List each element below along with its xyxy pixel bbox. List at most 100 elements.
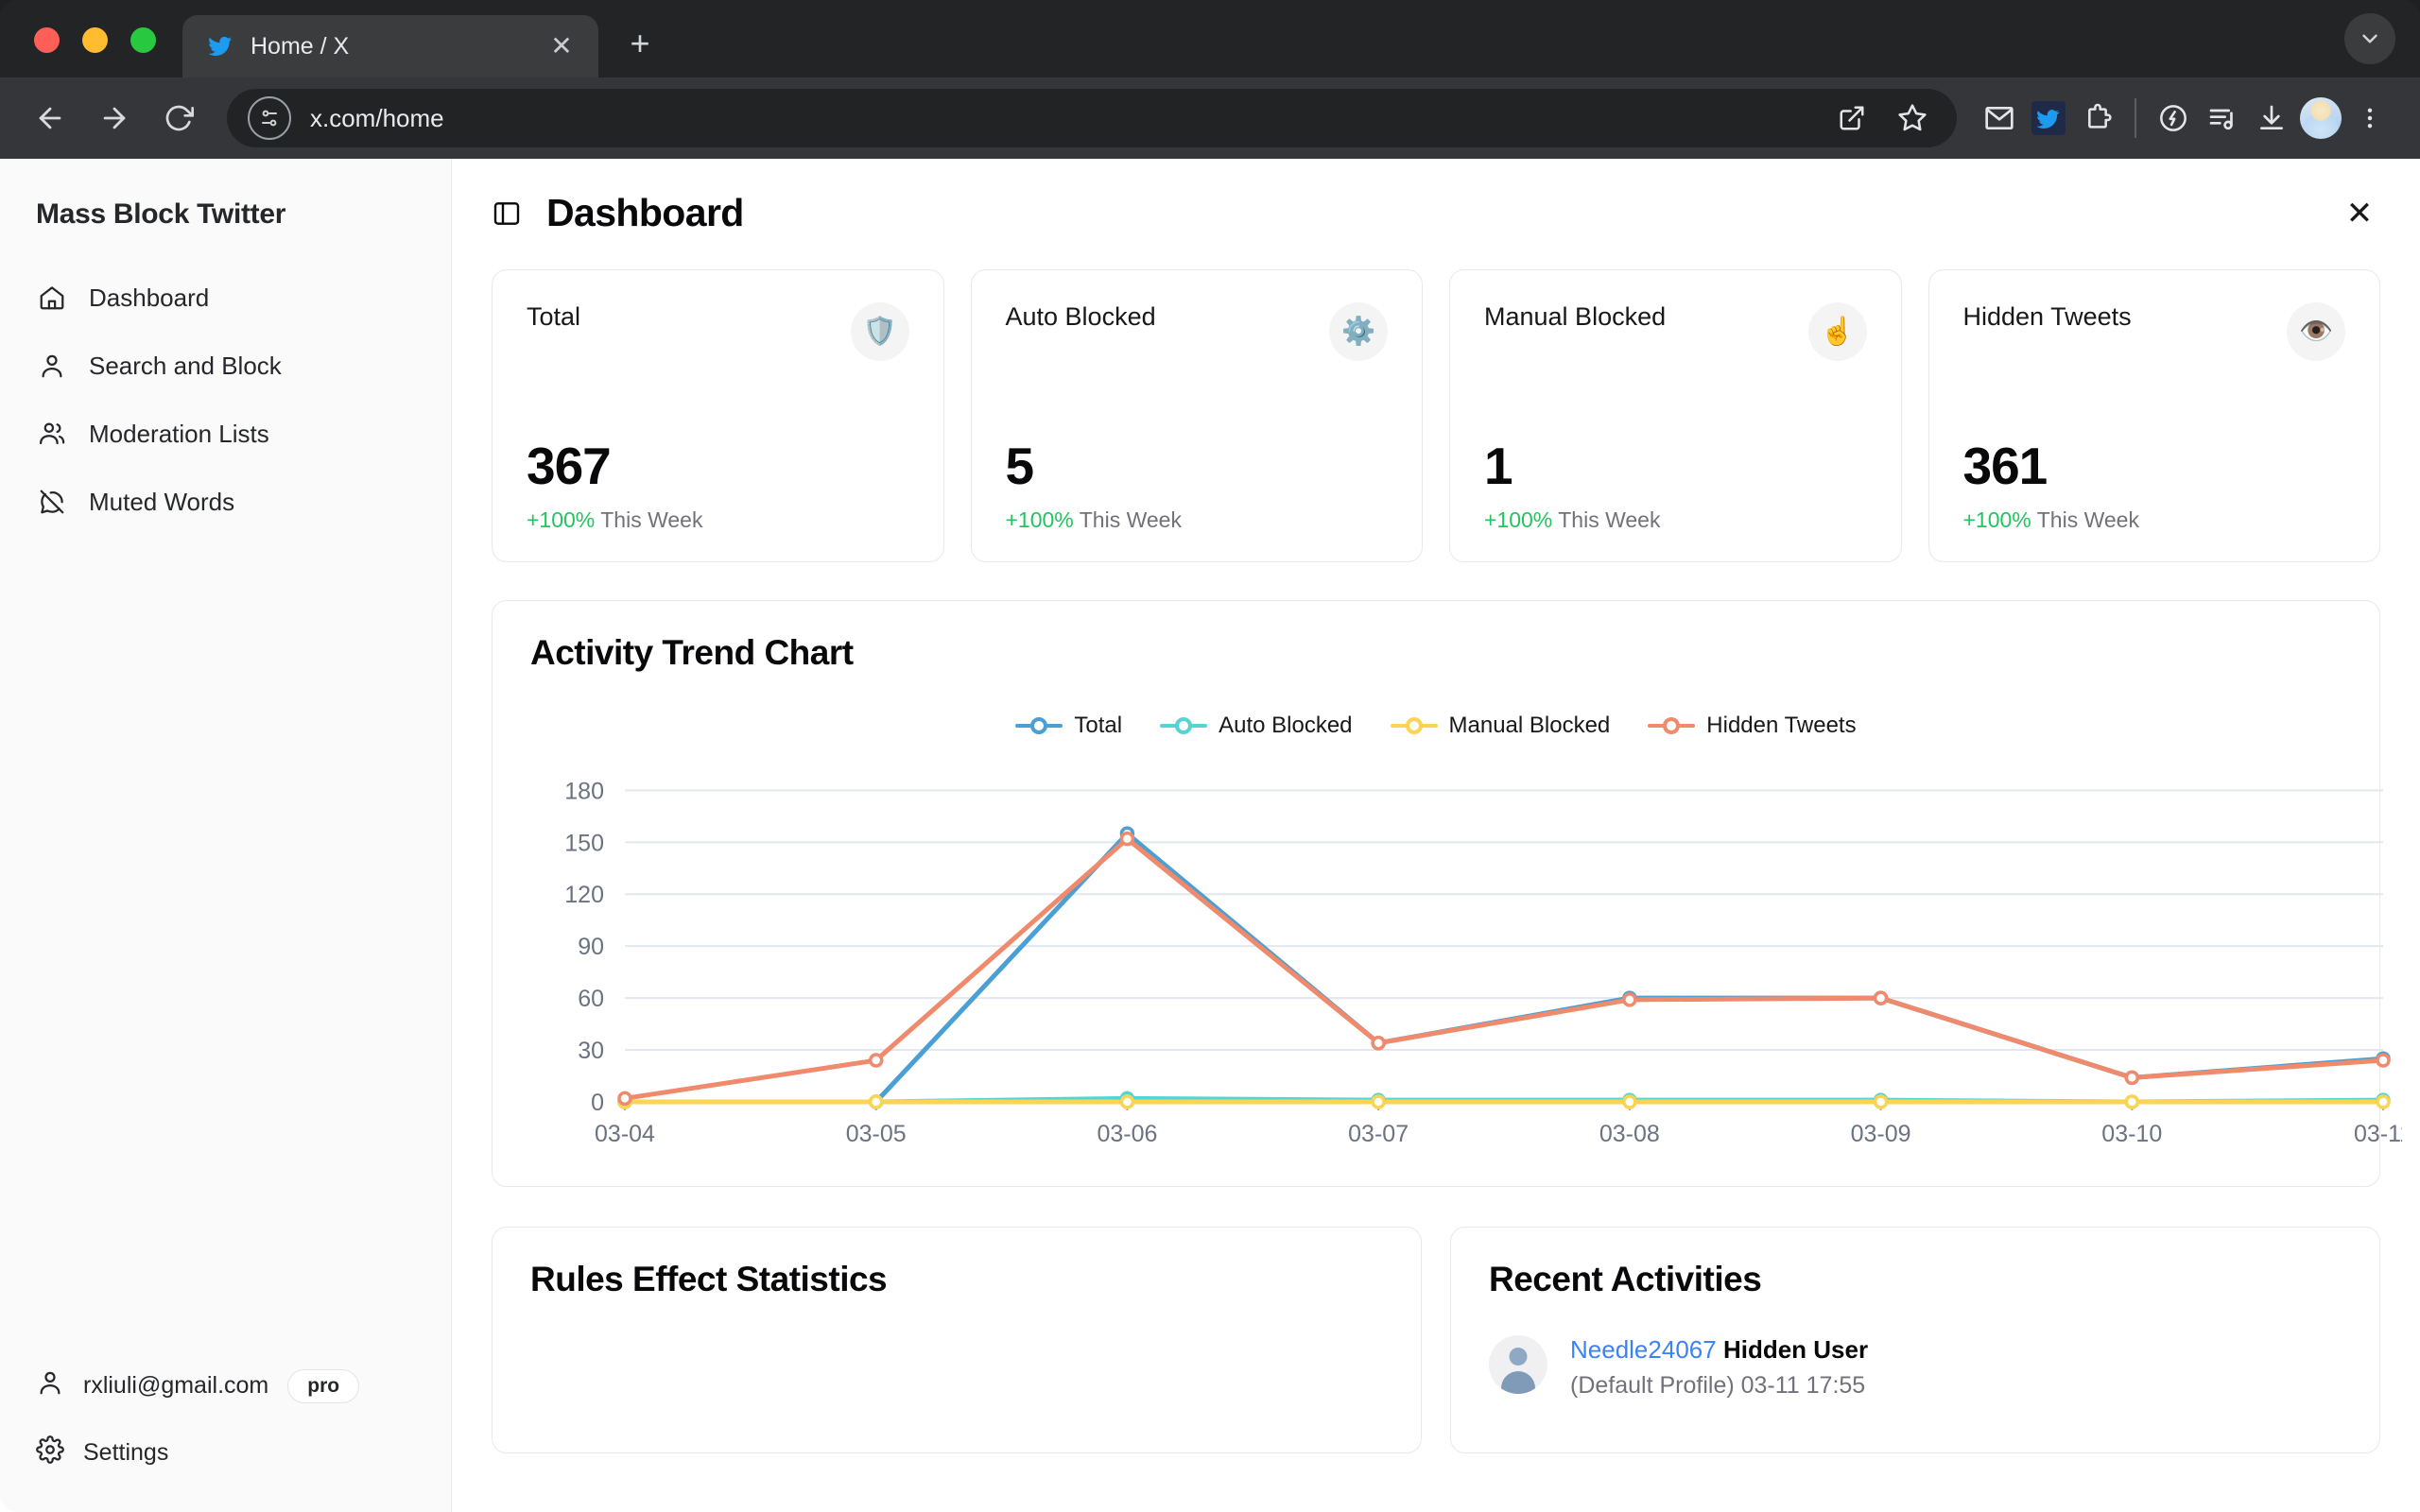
- legend-label: Hidden Tweets: [1706, 713, 1857, 738]
- chart-point[interactable]: [868, 1053, 884, 1068]
- page-content: Mass Block Twitter Dashboard Search and …: [0, 159, 2420, 1512]
- profile-avatar-icon[interactable]: [2299, 96, 2342, 140]
- bookmark-star-icon[interactable]: [1891, 96, 1934, 140]
- stat-change: +100% This Week: [1006, 507, 1389, 533]
- window-traffic-lights: [0, 27, 182, 77]
- sidebar-item-label: Muted Words: [89, 487, 235, 516]
- flash-icon[interactable]: [2152, 96, 2195, 140]
- sidebar-account[interactable]: rxliuli@gmail.com pro: [19, 1359, 432, 1413]
- stat-change-period: This Week: [1558, 507, 1661, 532]
- activity-trend-chart-card: Activity Trend Chart Total Auto Blocked Ma…: [492, 600, 2412, 1187]
- chart-legend: Total Auto Blocked Manual Blocked Hidden Tw…: [530, 713, 2342, 739]
- sidebar-footer: rxliuli@gmail.com pro Settings: [0, 1359, 451, 1512]
- chart-point[interactable]: [868, 1094, 884, 1109]
- back-button[interactable]: [21, 89, 79, 147]
- sidebar-item-muted-words[interactable]: Muted Words: [19, 472, 432, 531]
- panel-left-icon[interactable]: [492, 197, 526, 231]
- chevron-down-icon[interactable]: [2344, 13, 2395, 64]
- chart-point[interactable]: [617, 1091, 632, 1107]
- x-axis-tick-label: 03-07: [1348, 1121, 1409, 1147]
- stat-label: Total: [527, 302, 581, 331]
- stat-change-period: This Week: [600, 507, 703, 532]
- chart-line-total: [622, 831, 2386, 1105]
- sidebar-item-settings[interactable]: Settings: [19, 1426, 432, 1480]
- stat-value: 5: [1005, 437, 1035, 495]
- sidebar-item-moderation-lists[interactable]: Moderation Lists: [19, 404, 432, 463]
- download-icon[interactable]: [2250, 96, 2293, 140]
- x-axis-tick-label: 03-04: [595, 1121, 655, 1147]
- chart-line-hidden-tweets: [622, 836, 2386, 1101]
- chart-point[interactable]: [1873, 990, 1889, 1005]
- card-title: Recent Activities: [1489, 1260, 1762, 1298]
- legend-marker-icon: [1015, 715, 1063, 736]
- stat-card-auto-blocked: Auto Blocked ⚙️ 5 +100% This Week: [970, 269, 1423, 562]
- stat-value: 1: [1484, 437, 1513, 495]
- activity-handle[interactable]: Needle24067: [1570, 1335, 1717, 1364]
- omnibox-actions: [1830, 96, 1942, 140]
- x-axis-tick-label: 03-10: [2101, 1121, 2162, 1147]
- legend-item-total[interactable]: Total: [1015, 713, 1122, 739]
- legend-item-hidden-tweets[interactable]: Hidden Tweets: [1648, 713, 1857, 739]
- open-in-new-icon[interactable]: [1830, 96, 1874, 140]
- y-axis-tick-label: 180: [564, 778, 604, 804]
- chart-point[interactable]: [2376, 1094, 2391, 1109]
- stat-card-header: Total 🛡️: [527, 302, 909, 361]
- stat-change-period: This Week: [1079, 507, 1182, 532]
- dashboard-body: Total 🛡️ 367 +100% This Week Auto Blocke…: [452, 269, 2420, 1453]
- chart-point[interactable]: [1622, 1094, 1637, 1109]
- tab-close-icon[interactable]: ✕: [545, 30, 578, 62]
- app-sidebar: Mass Block Twitter Dashboard Search and …: [0, 159, 452, 1512]
- chart-point[interactable]: [1119, 1094, 1135, 1109]
- sidebar-item-dashboard[interactable]: Dashboard: [19, 268, 432, 327]
- site-settings-icon[interactable]: [248, 96, 291, 140]
- chart-point[interactable]: [1371, 1035, 1386, 1051]
- stat-card-header: Hidden Tweets 👁️: [1963, 302, 2345, 361]
- y-axis-tick-label: 120: [564, 882, 604, 908]
- extensions-puzzle-icon[interactable]: [2076, 96, 2119, 140]
- recent-activities-card: Recent Activities Needle24067 Hidden Use…: [1450, 1227, 2380, 1453]
- toolbar-divider: [2135, 98, 2136, 138]
- browser-toolbar: x.com/home: [0, 77, 2420, 159]
- stat-label: Auto Blocked: [1005, 302, 1156, 331]
- legend-marker-icon: [1160, 715, 1208, 736]
- chart-point[interactable]: [2124, 1070, 2140, 1086]
- main-content: Dashboard ✕ Total 🛡️ 367 +100% This Week…: [452, 159, 2420, 1512]
- tabstrip-right-controls: [2344, 13, 2420, 77]
- address-bar[interactable]: x.com/home: [227, 89, 1957, 147]
- playlist-icon[interactable]: [2201, 96, 2244, 140]
- reload-button[interactable]: [149, 89, 208, 147]
- minimize-window-button[interactable]: [82, 27, 108, 53]
- new-tab-button[interactable]: +: [614, 17, 666, 70]
- forward-button[interactable]: [85, 89, 144, 147]
- stat-card-manual-blocked: Manual Blocked ☝️ 1 +100% This Week: [1449, 269, 1902, 562]
- stat-card-total: Total 🛡️ 367 +100% This Week: [492, 269, 944, 562]
- chart-point[interactable]: [1622, 992, 1637, 1007]
- main-header: Dashboard ✕: [452, 159, 2420, 235]
- browser-tab[interactable]: Home / X ✕: [182, 15, 598, 77]
- x-axis-tick-label: 03-09: [1851, 1121, 1911, 1147]
- user-icon: [36, 1368, 64, 1403]
- gear-icon: [36, 1435, 64, 1470]
- close-window-button[interactable]: [34, 27, 60, 53]
- twitter-extension-icon[interactable]: [2027, 96, 2070, 140]
- three-dot-menu-icon[interactable]: [2348, 96, 2392, 140]
- shield-icon: 🛡️: [850, 302, 909, 361]
- chart-point[interactable]: [2124, 1094, 2140, 1109]
- maximize-window-button[interactable]: [130, 27, 156, 53]
- y-axis-tick-label: 150: [564, 830, 604, 856]
- close-icon[interactable]: ✕: [2339, 193, 2380, 234]
- chart-point[interactable]: [1371, 1094, 1386, 1109]
- avatar: [2300, 97, 2342, 139]
- stat-change-period: This Week: [2036, 507, 2139, 532]
- chart-point[interactable]: [1119, 831, 1135, 847]
- sidebar-item-search-and-block[interactable]: Search and Block: [19, 336, 432, 395]
- avatar-head: [1509, 1348, 1528, 1366]
- rules-effect-statistics-card: Rules Effect Statistics: [492, 1227, 1422, 1453]
- legend-item-manual-blocked[interactable]: Manual Blocked: [1390, 713, 1610, 739]
- list-item[interactable]: Needle24067 Hidden User (Default Profile…: [1489, 1335, 2342, 1400]
- chart-point[interactable]: [2376, 1053, 2391, 1068]
- y-axis-tick-label: 30: [578, 1038, 604, 1064]
- chart-point[interactable]: [1873, 1094, 1889, 1109]
- mail-icon[interactable]: [1978, 96, 2021, 140]
- legend-item-auto-blocked[interactable]: Auto Blocked: [1160, 713, 1353, 739]
